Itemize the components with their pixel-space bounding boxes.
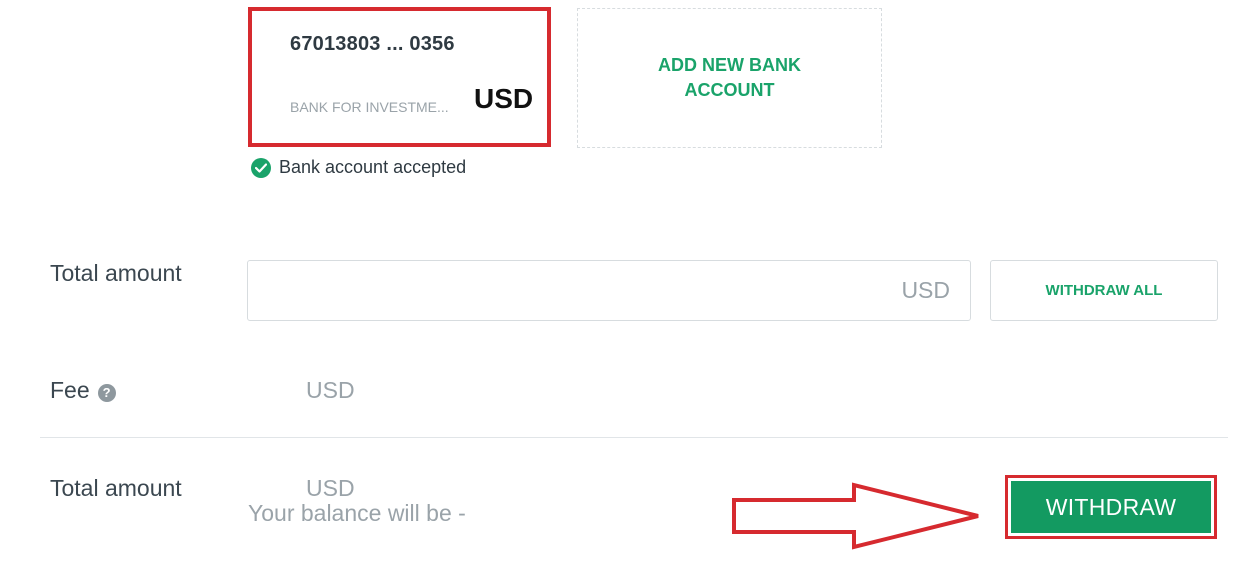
withdraw-button-highlight: WITHDRAW (1005, 475, 1217, 539)
fee-label: Fee (50, 377, 90, 403)
bank-account-status: Bank account accepted (251, 157, 466, 178)
amount-currency-suffix: USD (901, 277, 950, 303)
summary-total-amount-label: Total amount (50, 475, 182, 501)
arrow-right-icon (732, 482, 979, 550)
bank-name: BANK FOR INVESTME... (290, 99, 449, 115)
fee-value: USD (306, 377, 355, 403)
bank-account-number: 67013803 ... 0356 (290, 33, 455, 55)
bank-currency: USD (474, 83, 534, 114)
total-amount-label: Total amount (50, 260, 182, 286)
total-amount-input[interactable] (248, 261, 888, 320)
fee-row-label: Fee ? (50, 377, 116, 404)
divider (40, 437, 1228, 438)
add-new-bank-account-label: ADD NEW BANK ACCOUNT (658, 55, 801, 100)
question-circle-icon[interactable]: ? (97, 383, 116, 402)
check-circle-icon (251, 157, 271, 178)
withdraw-all-label: WITHDRAW ALL (1045, 282, 1163, 299)
total-amount-input-wrapper: USD (247, 260, 971, 321)
summary-total-amount-value: USD (306, 475, 355, 501)
bank-account-status-text: Bank account accepted (279, 157, 467, 177)
withdraw-button[interactable]: WITHDRAW (1011, 481, 1211, 533)
withdraw-all-button[interactable]: WITHDRAW ALL (990, 260, 1218, 321)
add-new-bank-account-button[interactable]: ADD NEW BANK ACCOUNT (577, 8, 882, 148)
bank-account-card[interactable]: 67013803 ... 0356 BANK FOR INVESTME... U… (248, 7, 551, 147)
balance-note: Your balance will be - (248, 500, 466, 526)
